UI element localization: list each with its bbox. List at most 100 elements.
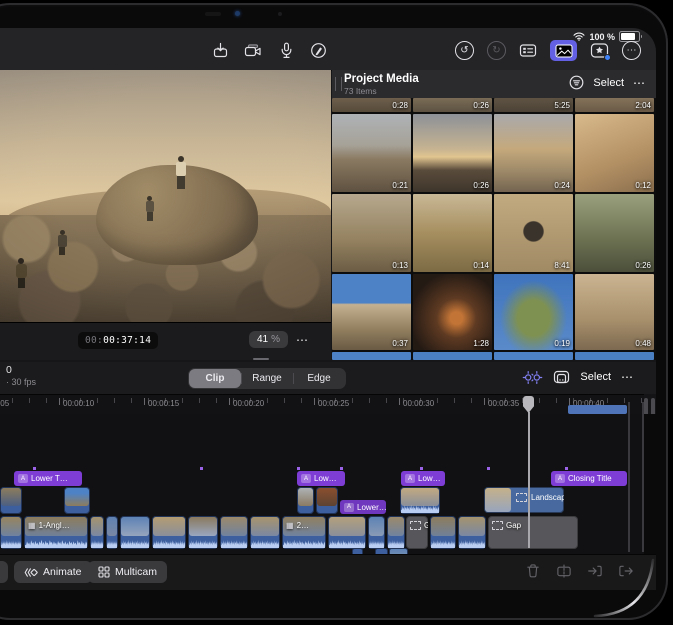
timeline-more-button[interactable]: ⋯ [621,370,634,384]
microphone-icon[interactable] [278,42,295,59]
gap-clip[interactable]: G… [406,516,428,549]
storyline-clip[interactable] [0,516,22,549]
viewer-zoom-control[interactable]: 41% [249,331,288,348]
edit-mode-edge[interactable]: Edge [293,369,345,388]
media-thumbnail[interactable]: 0:26 [413,114,492,192]
filter-icon[interactable] [569,75,584,90]
storyline-clip[interactable] [152,516,186,549]
storyline-clip[interactable] [106,516,118,549]
media-thumbnail[interactable]: 5:25 [494,98,573,112]
more-icon[interactable]: ⋯ [622,41,641,60]
video-preview[interactable] [0,70,331,323]
media-thumbnail[interactable]: 0:26 [413,98,492,112]
connection-point [200,467,203,470]
storyline-clip[interactable] [368,516,385,549]
media-thumbnail[interactable]: 0:13 [332,194,411,272]
clip-duration: 0:28 [392,101,408,110]
browser-more-button[interactable]: ⋯ [633,76,646,90]
cropped-button[interactable] [0,561,8,583]
redo-icon[interactable]: ↻ [487,41,506,60]
media-thumbnail[interactable]: 0:21 [332,114,411,192]
notification-dot [604,54,611,61]
keyframe-icon [24,567,38,578]
storyline-clip[interactable] [90,516,104,549]
overwrite-clip-icon[interactable] [618,563,634,579]
clip-label: Landscap… [531,493,564,502]
clip-thumbnail [485,488,511,512]
media-thumbnail[interactable]: 0:24 [494,114,573,192]
title-clip[interactable]: ALow… [297,471,345,486]
connected-clip[interactable] [0,487,22,514]
media-thumbnail[interactable]: 0:19 [494,274,573,350]
timecode-display[interactable]: 00:00:37:14 [78,332,158,349]
media-thumbnail[interactable]: 1:28 [413,274,492,350]
storyline-clip[interactable] [120,516,150,549]
multicam-button[interactable]: Multicam [88,561,167,583]
title-clip-label: Lower… [357,503,386,512]
clip-overlay-icon[interactable] [553,369,570,385]
browser-select-button[interactable]: Select [593,77,624,89]
media-thumbnail[interactable] [494,352,573,360]
timeline-select-button[interactable]: Select [580,371,611,383]
connected-clip[interactable] [568,405,627,414]
browser-header: Project Media 73 Items Select ⋯ [332,70,656,98]
storyline-clip[interactable] [387,516,405,549]
storyline-clip[interactable] [250,516,280,549]
storyline-clip[interactable] [458,516,486,549]
edit-mode-clip[interactable]: Clip [189,369,241,388]
title-clip[interactable]: ALow… [401,471,445,486]
connected-clip[interactable] [297,487,314,514]
top-toolbar: 100 % ↺ ↻ [0,28,656,71]
media-thumbnail[interactable] [413,352,492,360]
storyline-clip[interactable]: ▦1-Angl… [24,516,88,549]
media-thumbnail[interactable]: 0:14 [413,194,492,272]
insert-clip-icon[interactable] [587,563,603,579]
title-clip[interactable]: ALower T… [14,471,82,486]
animate-label: Animate [43,566,82,578]
video-camera-icon[interactable] [244,42,263,59]
storyline-clip[interactable] [328,516,366,549]
gap-clip[interactable]: Gap [488,516,578,549]
edit-mode-range[interactable]: Range [241,369,293,388]
title-clip[interactable]: AClosing Title [551,471,627,486]
timeline-scrollbar[interactable] [628,402,644,552]
connected-clip[interactable] [64,487,90,514]
clip-duration: 0:26 [473,181,489,190]
title-clip[interactable]: ALower… [340,500,386,514]
clip-duration: 0:14 [473,261,489,270]
storyline-clip[interactable]: ▦2… [282,516,326,549]
connected-clip[interactable]: Landscap… [484,487,564,513]
media-browser-icon[interactable] [550,40,577,61]
storyline-clip[interactable] [220,516,248,549]
titles-effects-icon[interactable] [590,42,609,59]
connected-clip[interactable] [400,487,440,514]
multicam-label: Multicam [115,566,157,578]
apple-pencil-icon[interactable] [310,42,327,59]
magnetic-timeline-icon[interactable] [522,370,543,385]
connected-clip[interactable] [316,487,338,514]
media-thumbnail[interactable]: 0:48 [575,274,654,350]
undo-icon[interactable]: ↺ [455,41,474,60]
media-thumbnail[interactable] [575,352,654,360]
media-thumbnail[interactable]: 0:37 [332,274,411,350]
import-icon[interactable] [212,42,229,59]
viewer-more-button[interactable]: ⋯ [296,333,309,347]
media-thumbnail[interactable]: 0:26 [575,194,654,272]
media-grid: 0:280:265:252:040:210:260:240:120:130:14… [332,98,654,360]
storyline-clip[interactable] [430,516,456,549]
placeholder-icon [516,493,527,502]
timeline-ruler[interactable]: 00:00:0500:00:1000:00:1500:00:2000:00:25… [0,394,644,415]
media-thumbnail[interactable]: 8:41 [494,194,573,272]
media-thumbnail[interactable] [332,352,411,360]
media-thumbnail[interactable]: 0:28 [332,98,411,112]
animate-button[interactable]: Animate [14,561,92,583]
trash-icon[interactable] [525,563,541,579]
media-thumbnail[interactable]: 2:04 [575,98,654,112]
split-clip-icon[interactable] [556,563,572,579]
inspector-icon[interactable] [519,42,537,59]
pane-grip-icon[interactable] [335,77,342,91]
title-clip-label: Lower T… [31,474,68,483]
media-thumbnail[interactable]: 0:12 [575,114,654,192]
storyline-clip[interactable] [188,516,218,549]
timeline-pane: 0 · 30 fps ClipRangeEdge Select ⋯ 00:00:… [0,362,656,590]
